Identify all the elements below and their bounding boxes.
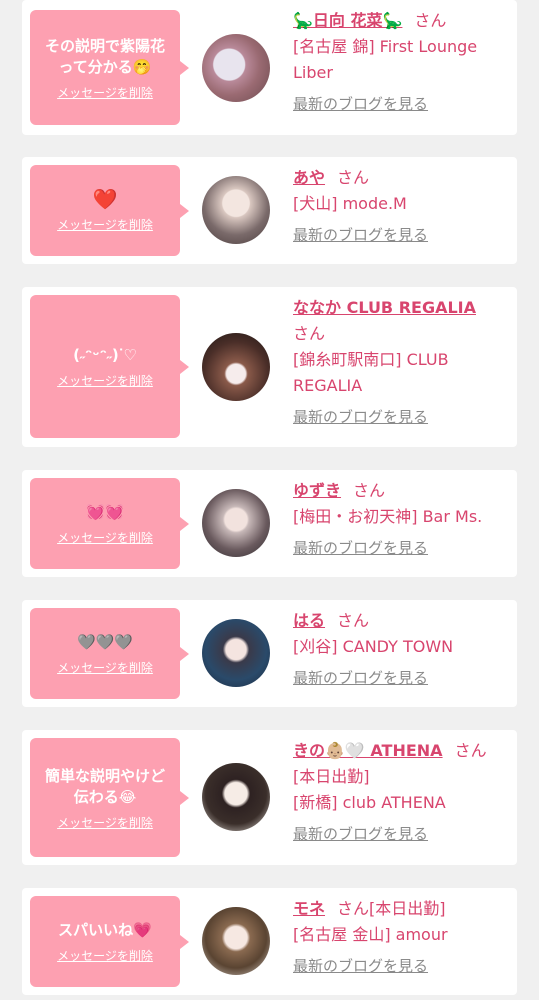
- message-text: 🩶🩶🩶: [76, 633, 134, 651]
- message-bubble: 簡単な説明やけど 伝わる😂 メッセージを削除: [30, 738, 189, 857]
- sender-info: 🦕日向 花菜🦕 さん [名古屋 錦] First Lounge Liber 最新の…: [293, 8, 513, 117]
- sender-name-link[interactable]: モネ: [293, 899, 325, 918]
- delete-message-link[interactable]: メッセージを削除: [57, 816, 153, 830]
- honorific: さん: [414, 11, 447, 30]
- shop-line: [名古屋 錦] First Lounge: [293, 37, 478, 56]
- delete-message-link[interactable]: メッセージを削除: [57, 86, 153, 100]
- avatar[interactable]: [202, 619, 270, 687]
- delete-message-link[interactable]: メッセージを削除: [57, 661, 153, 675]
- shop-line: [梅田・お初天神] Bar Ms.: [293, 507, 483, 526]
- sender-name-link[interactable]: はる: [293, 611, 325, 630]
- message-card: その説明で紫陽花 って分かる🤭 メッセージを削除 🦕日向 花菜🦕 さん [名古屋 …: [22, 0, 517, 135]
- message-card: (˶ᵔᵕᵔ˶)ᐝ♡ メッセージを削除 ななか CLUB REGALIA さん […: [22, 287, 517, 447]
- honorific: さん: [353, 481, 386, 500]
- avatar[interactable]: [202, 763, 270, 831]
- honorific: さん: [337, 611, 370, 630]
- sender-name-link[interactable]: ゆずき: [293, 481, 341, 500]
- shop-line: [錦糸町駅南口] CLUB: [293, 350, 449, 369]
- message-text: ❤️: [92, 187, 118, 211]
- sender-info: モネ さん[本日出勤] [名古屋 金山] amour 最新のブログを見る: [293, 896, 513, 979]
- latest-blog-link[interactable]: 最新のブログを見る: [293, 824, 428, 844]
- latest-blog-link[interactable]: 最新のブログを見る: [293, 538, 428, 558]
- sender-info: ななか CLUB REGALIA さん [錦糸町駅南口] CLUB REGALI…: [293, 295, 513, 430]
- sender-info: きの👶🏼🤍 ATHENA さん [本日出勤] [新橋] club ATHENA 最…: [293, 738, 513, 847]
- message-card: 💓💓 メッセージを削除 ゆずき さん [梅田・お初天神] Bar Ms. 最新のブ…: [22, 470, 517, 577]
- delete-message-link[interactable]: メッセージを削除: [57, 531, 153, 545]
- message-bubble: スパいいね💗 メッセージを削除: [30, 896, 189, 987]
- message-text: (˶ᵔᵕᵔ˶)ᐝ♡: [73, 346, 137, 364]
- message-text: 簡単な説明やけど 伝わる😂: [44, 766, 165, 806]
- honorific: さん: [337, 168, 370, 187]
- message-bubble: (˶ᵔᵕᵔ˶)ᐝ♡ メッセージを削除: [30, 295, 189, 438]
- latest-blog-link[interactable]: 最新のブログを見る: [293, 225, 428, 245]
- message-bubble: その説明で紫陽花 って分かる🤭 メッセージを削除: [30, 10, 189, 125]
- message-bubble: 🩶🩶🩶 メッセージを削除: [30, 608, 189, 699]
- honorific: さん: [293, 324, 326, 343]
- sender-name-link[interactable]: ななか CLUB REGALIA: [293, 298, 476, 317]
- latest-blog-link[interactable]: 最新のブログを見る: [293, 668, 428, 688]
- avatar[interactable]: [202, 333, 270, 401]
- message-text: 💓💓: [86, 503, 124, 521]
- delete-message-link[interactable]: メッセージを削除: [57, 949, 153, 963]
- shop-line: [刈谷] CANDY TOWN: [293, 637, 454, 656]
- shop-line: [本日出勤]: [293, 767, 370, 786]
- shop-line: Liber: [293, 63, 333, 82]
- shop-line: [新橋] club ATHENA: [293, 793, 446, 812]
- message-bubble: 💓💓 メッセージを削除: [30, 478, 189, 569]
- sender-name-link[interactable]: 🦕日向 花菜🦕: [293, 11, 402, 30]
- message-card: ❤️ メッセージを削除 あや さん [犬山] mode.M 最新のブログを見る: [22, 157, 517, 264]
- message-card: 🩶🩶🩶 メッセージを削除 はる さん [刈谷] CANDY TOWN 最新のブログ…: [22, 600, 517, 707]
- latest-blog-link[interactable]: 最新のブログを見る: [293, 956, 428, 976]
- delete-message-link[interactable]: メッセージを削除: [57, 374, 153, 388]
- shop-line: [名古屋 金山] amour: [293, 925, 448, 944]
- message-bubble: ❤️ メッセージを削除: [30, 165, 189, 256]
- message-text: その説明で紫陽花 って分かる🤭: [44, 36, 165, 76]
- latest-blog-link[interactable]: 最新のブログを見る: [293, 407, 428, 427]
- avatar[interactable]: [202, 176, 270, 244]
- sender-name-link[interactable]: きの👶🏼🤍 ATHENA: [293, 741, 443, 760]
- message-card: 簡単な説明やけど 伝わる😂 メッセージを削除 きの👶🏼🤍 ATHENA さん [本…: [22, 730, 517, 865]
- sender-info: はる さん [刈谷] CANDY TOWN 最新のブログを見る: [293, 608, 513, 691]
- sender-info: あや さん [犬山] mode.M 最新のブログを見る: [293, 165, 513, 248]
- message-card: スパいいね💗 メッセージを削除 モネ さん[本日出勤] [名古屋 金山] amou…: [22, 888, 517, 995]
- message-text: スパいいね💗: [58, 921, 152, 939]
- honorific: さん: [454, 741, 487, 760]
- honorific: さん[本日出勤]: [337, 899, 446, 918]
- latest-blog-link[interactable]: 最新のブログを見る: [293, 94, 428, 114]
- shop-line: REGALIA: [293, 376, 363, 395]
- delete-message-link[interactable]: メッセージを削除: [57, 218, 153, 232]
- avatar[interactable]: [202, 907, 270, 975]
- avatar[interactable]: [202, 489, 270, 557]
- avatar[interactable]: [202, 34, 270, 102]
- shop-line: [犬山] mode.M: [293, 194, 407, 213]
- sender-info: ゆずき さん [梅田・お初天神] Bar Ms. 最新のブログを見る: [293, 478, 513, 561]
- sender-name-link[interactable]: あや: [293, 168, 325, 187]
